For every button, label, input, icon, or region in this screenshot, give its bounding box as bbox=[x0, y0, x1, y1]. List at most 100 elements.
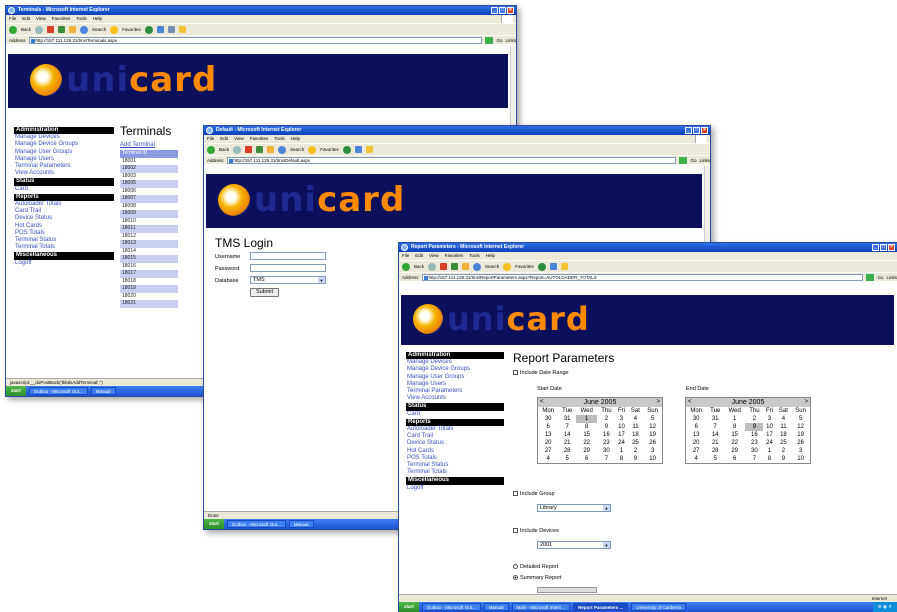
table-row[interactable]: 18002 bbox=[120, 165, 178, 173]
calendar-day[interactable]: 27 bbox=[686, 447, 706, 455]
maximize-button[interactable]: □ bbox=[880, 244, 887, 251]
mail-icon[interactable] bbox=[156, 26, 164, 33]
table-row[interactable]: 18008 bbox=[120, 202, 178, 210]
start-button[interactable]: start bbox=[204, 519, 224, 529]
history-icon[interactable] bbox=[537, 262, 546, 271]
calendar-day[interactable]: 3 bbox=[615, 415, 627, 423]
taskbar-item-university[interactable]: University of Canberra bbox=[631, 603, 687, 611]
calendar-day[interactable]: 22 bbox=[724, 439, 745, 447]
include-group-checkbox[interactable] bbox=[513, 491, 518, 497]
calendar-day[interactable]: 2 bbox=[776, 447, 792, 455]
calendar-day[interactable]: 16 bbox=[597, 431, 615, 439]
include-date-range-checkbox[interactable] bbox=[513, 370, 518, 376]
menu-help[interactable]: Help bbox=[93, 15, 102, 23]
home-icon[interactable] bbox=[69, 26, 77, 33]
table-row[interactable]: 18020 bbox=[120, 292, 178, 300]
menu-tools[interactable]: Tools bbox=[469, 252, 480, 260]
folder-icon[interactable] bbox=[365, 146, 373, 153]
sidebar-item-card-trail[interactable]: Card Trail bbox=[14, 208, 114, 215]
minimize-button[interactable]: _ bbox=[872, 244, 879, 251]
calendar-day[interactable]: 7 bbox=[745, 455, 763, 463]
taskbar-item-manual[interactable]: Manual bbox=[288, 520, 314, 528]
start-button[interactable]: start bbox=[399, 602, 419, 612]
calendar-day[interactable]: 18 bbox=[776, 431, 792, 439]
calendar-day[interactable]: 4 bbox=[776, 415, 792, 423]
start-button[interactable]: start bbox=[6, 386, 26, 396]
calendar-day[interactable]: 19 bbox=[643, 431, 662, 439]
sidebar-item-manage-user-groups[interactable]: Manage User Groups bbox=[406, 374, 504, 381]
sidebar-item-manage-devices[interactable]: Manage Devices bbox=[14, 134, 114, 141]
calendar-day[interactable]: 12 bbox=[791, 423, 810, 431]
forward-icon[interactable] bbox=[233, 145, 242, 154]
menu-file[interactable]: File bbox=[402, 252, 409, 260]
window-titlebar[interactable]: Terminals - Microsoft Internet Explorer … bbox=[6, 6, 516, 15]
sidebar-item-device-status[interactable]: Device Status bbox=[14, 215, 114, 222]
calendar-day[interactable]: 1 bbox=[576, 415, 598, 423]
calendar-day[interactable]: 26 bbox=[643, 439, 662, 447]
table-row[interactable]: 18021 bbox=[120, 300, 178, 308]
calendar-day[interactable]: 10 bbox=[615, 423, 627, 431]
calendar-day[interactable]: 28 bbox=[706, 447, 724, 455]
table-row[interactable]: 18003 bbox=[120, 172, 178, 180]
folder-icon[interactable] bbox=[560, 263, 568, 270]
home-icon[interactable] bbox=[267, 146, 275, 153]
summary-report-radio[interactable] bbox=[513, 575, 518, 581]
calendar-day[interactable]: 1 bbox=[724, 415, 745, 423]
taskbar-item-manual[interactable]: Manual bbox=[90, 387, 116, 395]
minimize-button[interactable]: _ bbox=[491, 7, 498, 14]
close-button[interactable]: × bbox=[888, 244, 895, 251]
sidebar-item-terminal-totals[interactable]: Terminal Totals bbox=[406, 469, 504, 476]
print-icon[interactable] bbox=[167, 26, 175, 33]
devices-select[interactable]: 2001 ▼ bbox=[537, 541, 611, 549]
sidebar-item-hot-cards[interactable]: Hot Cards bbox=[406, 448, 504, 455]
calendar-day[interactable]: 13 bbox=[686, 431, 706, 439]
refresh-icon[interactable] bbox=[256, 146, 264, 153]
close-button[interactable]: × bbox=[507, 7, 514, 14]
search-button[interactable]: Search bbox=[290, 147, 304, 152]
prev-month-button[interactable]: < bbox=[688, 398, 692, 407]
search-button[interactable]: Search bbox=[485, 264, 499, 269]
calendar-day[interactable]: 7 bbox=[558, 423, 576, 431]
calendar-day[interactable]: 30 bbox=[745, 447, 763, 455]
calendar-day[interactable]: 8 bbox=[763, 455, 775, 463]
menu-view[interactable]: View bbox=[234, 135, 244, 143]
table-row[interactable]: 18015 bbox=[120, 255, 178, 263]
favorites-button[interactable]: Favorites bbox=[515, 264, 534, 269]
calendar-day[interactable]: 25 bbox=[776, 439, 792, 447]
calendar-day[interactable]: 7 bbox=[597, 455, 615, 463]
calendar-day[interactable]: 30 bbox=[686, 415, 706, 423]
menu-view[interactable]: View bbox=[429, 252, 439, 260]
forward-icon[interactable] bbox=[428, 262, 437, 271]
favorites-icon[interactable] bbox=[110, 25, 119, 34]
back-button[interactable]: Back bbox=[219, 147, 229, 152]
menu-edit[interactable]: Edit bbox=[220, 135, 228, 143]
sidebar-item-manage-device-groups[interactable]: Manage Device Groups bbox=[14, 141, 114, 148]
calendar-day[interactable]: 10 bbox=[791, 455, 810, 463]
sidebar-item-manage-users[interactable]: Manage Users bbox=[14, 156, 114, 163]
folder-icon[interactable] bbox=[178, 26, 186, 33]
calendar-day[interactable]: 21 bbox=[706, 439, 724, 447]
table-row[interactable]: 18005 bbox=[120, 180, 178, 188]
group-select[interactable]: Library ▼ bbox=[537, 504, 611, 512]
calendar-day[interactable]: 15 bbox=[576, 431, 597, 439]
calendar-day[interactable]: 8 bbox=[576, 423, 597, 431]
calendar-day[interactable]: 12 bbox=[643, 423, 662, 431]
maximize-button[interactable]: □ bbox=[499, 7, 506, 14]
calendar-day[interactable]: 31 bbox=[706, 415, 724, 423]
forward-icon[interactable] bbox=[35, 25, 44, 34]
calendar-day[interactable]: 14 bbox=[558, 431, 576, 439]
sidebar-item-view-accounts[interactable]: View Accounts bbox=[406, 395, 504, 402]
calendar-day[interactable]: 6 bbox=[724, 455, 745, 463]
add-terminal-link[interactable]: Add Terminal bbox=[120, 142, 155, 148]
maximize-button[interactable]: □ bbox=[693, 127, 700, 134]
menu-help[interactable]: Help bbox=[486, 252, 495, 260]
menu-file[interactable]: File bbox=[9, 15, 16, 23]
calendar-day[interactable]: 19 bbox=[791, 431, 810, 439]
sidebar-item-manage-devices[interactable]: Manage Devices bbox=[406, 359, 504, 366]
database-select[interactable]: TMS ▼ bbox=[250, 276, 326, 284]
calendar-day[interactable]: 13 bbox=[538, 431, 558, 439]
menu-tools[interactable]: Tools bbox=[76, 15, 87, 23]
calendar-day[interactable]: 25 bbox=[628, 439, 644, 447]
sidebar-item-manage-users[interactable]: Manage Users bbox=[406, 381, 504, 388]
calendar-day[interactable]: 14 bbox=[706, 431, 724, 439]
